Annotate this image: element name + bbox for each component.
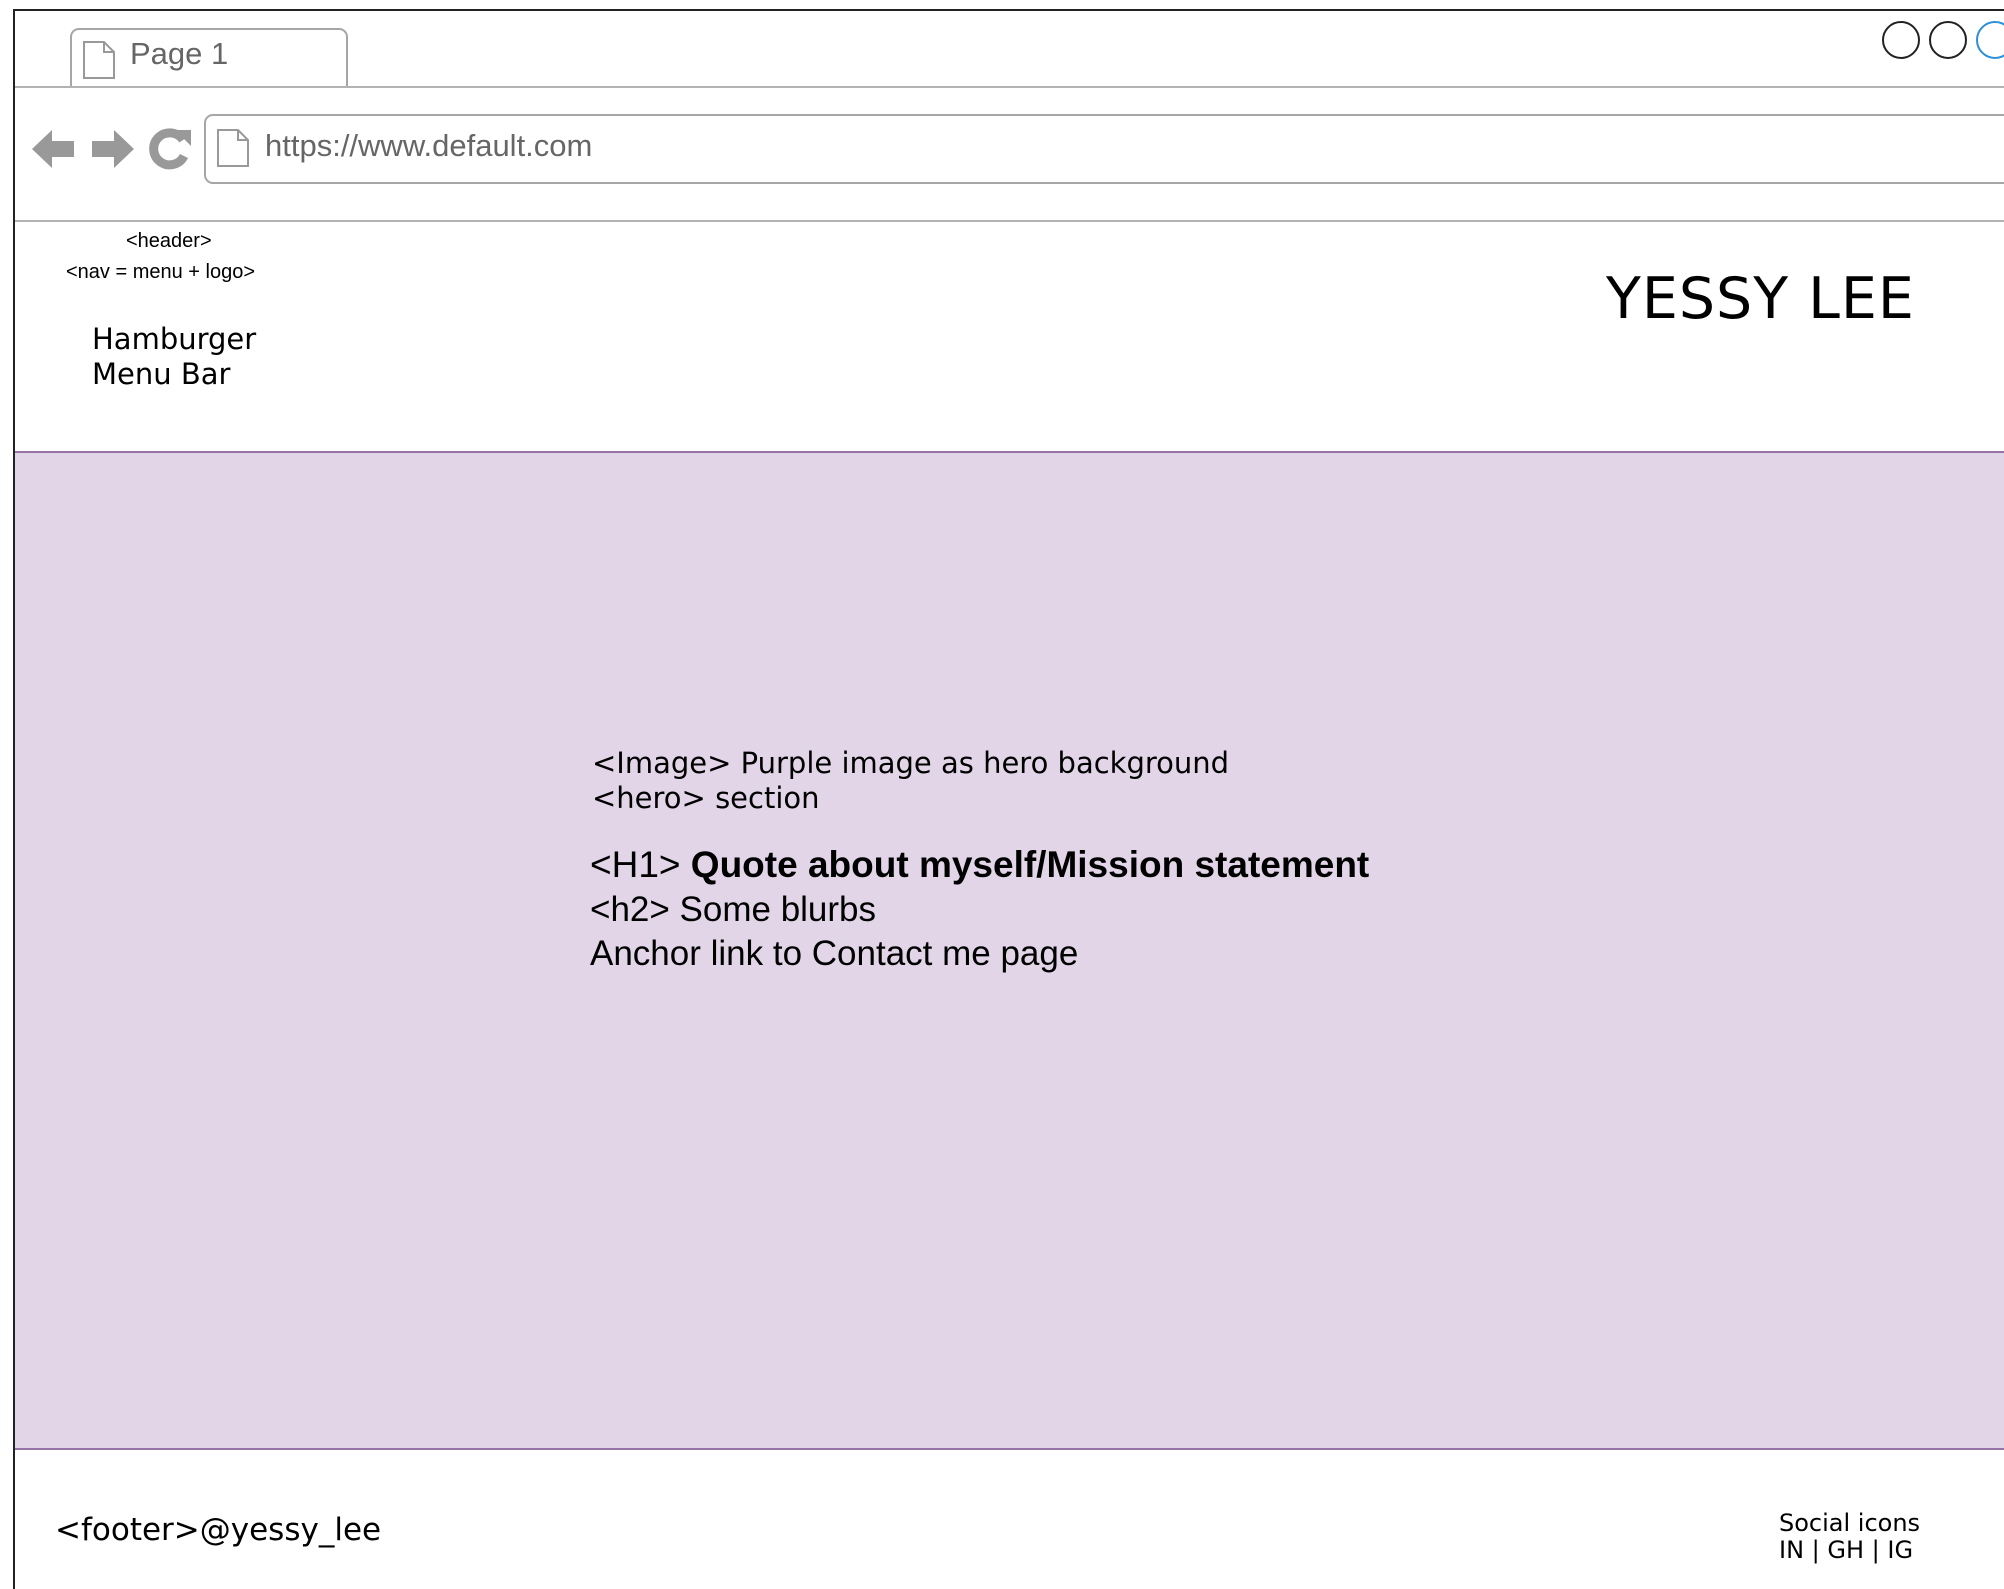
header-annotation: <header> [126,230,212,252]
page-icon [216,128,250,172]
reload-icon[interactable] [147,126,193,176]
contact-anchor-link[interactable]: Anchor link to Contact me page [590,934,1078,974]
window-minimize-button[interactable] [1882,21,1920,59]
mission-statement: Quote about myself/Mission statement [690,844,1370,885]
tab-label: Page 1 [130,36,229,71]
hero-subheading: <h2> Some blurbs [590,890,877,929]
url-text[interactable]: https://www.default.com [265,128,592,164]
menu-label-line1: Hamburger [92,322,257,356]
social-icons-label: Social icons [1779,1509,1921,1537]
window-maximize-button[interactable] [1929,21,1967,59]
forward-arrow-icon[interactable] [88,126,136,176]
hero-image-annotation: <Image> Purple image as hero background [592,746,1230,780]
hero-heading: <H1> Quote about myself/Mission statemen… [590,844,1369,886]
document-icon [82,40,116,84]
nav-annotation: <nav = menu + logo> [66,261,256,283]
back-arrow-icon[interactable] [30,126,78,176]
hero-section-annotation: <hero> section [592,781,820,815]
heading-tag-label: <H1> [590,844,691,885]
hamburger-menu-button[interactable]: Hamburger Menu Bar [92,322,256,392]
site-header [13,222,2004,451]
footer-handle: <footer>@yessy_lee [55,1512,382,1548]
social-links[interactable]: IN | GH | IG [1779,1537,1913,1564]
menu-label-line2: Menu Bar [92,357,231,391]
site-logo[interactable]: YESSY LEE [1606,266,1915,332]
